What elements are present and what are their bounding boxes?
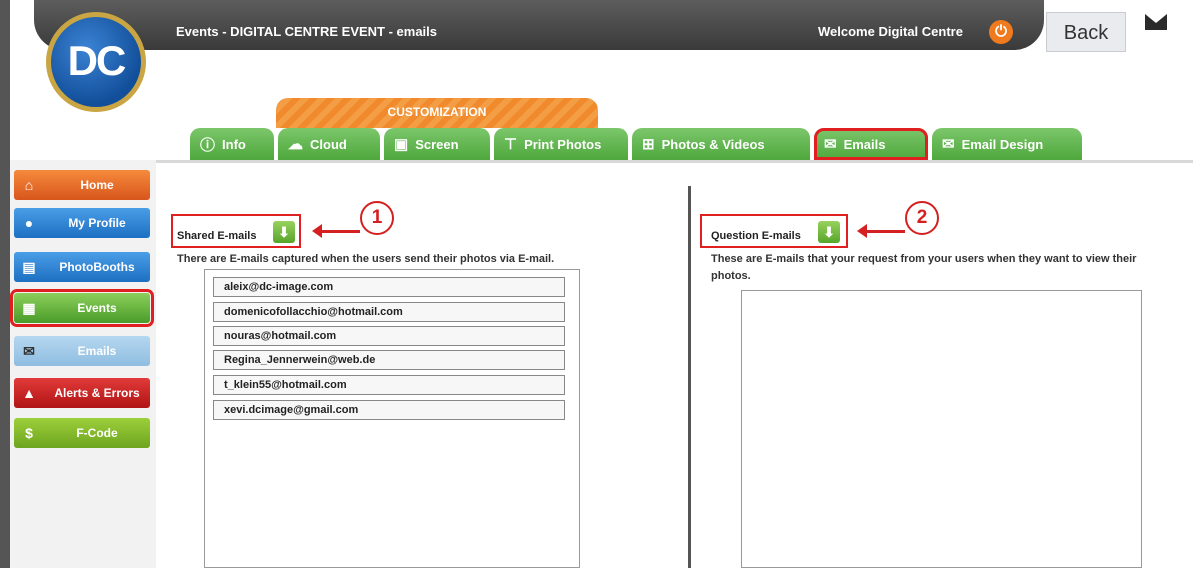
- sidebar-item-my-profile[interactable]: ● My Profile: [14, 208, 150, 238]
- tab-print-photos[interactable]: ⊤ Print Photos: [494, 128, 628, 160]
- tab-label: Emails: [843, 136, 886, 152]
- download-icon[interactable]: ⬇: [818, 221, 840, 243]
- sidebar-item-label: My Profile: [68, 216, 126, 230]
- tab-label: Email Design: [961, 136, 1044, 152]
- tab-email-design[interactable]: ✉ Email Design: [932, 128, 1082, 160]
- list-item[interactable]: Regina_Jennerwein@web.de: [213, 350, 565, 370]
- sidebar-item-label: Home: [80, 178, 114, 192]
- tab-cloud[interactable]: ☁ Cloud: [278, 128, 380, 160]
- sidebar-item-home[interactable]: ⌂ Home: [14, 170, 150, 200]
- sidebar-item-label: Alerts & Errors: [54, 386, 140, 400]
- info-icon: ⓘ: [200, 136, 216, 154]
- calendar-icon: ▦: [22, 300, 36, 316]
- profile-icon: ●: [24, 215, 34, 231]
- list-item[interactable]: domenicofollacchio@hotmail.com: [213, 302, 565, 322]
- back-button[interactable]: Back: [1046, 12, 1126, 52]
- welcome-text: Welcome Digital Centre: [818, 24, 963, 39]
- list-item[interactable]: t_klein55@hotmail.com: [213, 375, 565, 395]
- tab-screen[interactable]: ▣ Screen: [384, 128, 490, 160]
- mail-icon: ✉: [23, 343, 35, 359]
- print-icon: ⊤: [504, 136, 518, 153]
- fcode-icon: $: [25, 425, 33, 441]
- photos-videos-icon: ⊞: [642, 136, 655, 153]
- tab-bar: ⓘ Info ☁ Cloud ▣ Screen ⊤ Print Photos ⊞…: [190, 128, 1082, 160]
- sidebar: ⌂ Home ● My Profile ▤ PhotoBooths ▦ Even…: [10, 160, 156, 568]
- shared-emails-list[interactable]: aleix@dc-image.com domenicofollacchio@ho…: [204, 269, 580, 568]
- cloud-icon: ☁: [288, 136, 303, 153]
- page-title: Events - DIGITAL CENTRE EVENT - emails: [176, 24, 438, 39]
- callout-number: 1: [360, 201, 394, 235]
- shared-emails-label: Shared E-mails: [177, 230, 257, 242]
- tab-label: Screen: [415, 136, 459, 152]
- column-divider: [688, 186, 691, 568]
- dc-logo: DC: [46, 12, 146, 112]
- sidebar-item-alerts-errors[interactable]: ▲ Alerts & Errors: [14, 378, 150, 408]
- tab-underline: [156, 160, 1193, 163]
- window-edge: [0, 0, 10, 568]
- mail-icon[interactable]: [1145, 14, 1167, 30]
- email-design-icon: ✉: [942, 136, 955, 153]
- callout-arrow: [857, 224, 905, 238]
- sidebar-item-emails[interactable]: ✉ Emails: [14, 336, 150, 366]
- tab-emails[interactable]: ✉ Emails: [814, 128, 928, 160]
- sidebar-item-label: F-Code: [76, 426, 118, 440]
- home-icon: ⌂: [24, 177, 34, 193]
- question-emails-list[interactable]: [741, 290, 1142, 568]
- mail-icon: ✉: [824, 136, 837, 153]
- callout-number: 2: [905, 201, 939, 235]
- sidebar-item-events[interactable]: ▦ Events: [10, 289, 154, 327]
- question-emails-description: These are E-mails that your request from…: [711, 253, 1137, 265]
- tab-info[interactable]: ⓘ Info: [190, 128, 274, 160]
- photobooths-icon: ▤: [22, 259, 36, 275]
- screen-icon: ▣: [394, 136, 409, 153]
- alert-icon: ▲: [22, 385, 36, 401]
- list-item[interactable]: nouras@hotmail.com: [213, 326, 565, 346]
- sidebar-item-f-code[interactable]: $ F-Code: [14, 418, 150, 448]
- shared-emails-description: There are E-mails captured when the user…: [177, 253, 555, 265]
- customization-tab-group: CUSTOMIZATION: [276, 98, 598, 128]
- tab-label: Cloud: [310, 136, 347, 152]
- download-icon[interactable]: ⬇: [273, 221, 295, 243]
- list-item[interactable]: aleix@dc-image.com: [213, 277, 565, 297]
- sidebar-item-label: PhotoBooths: [59, 260, 135, 274]
- sidebar-item-photobooths[interactable]: ▤ PhotoBooths: [14, 252, 150, 282]
- callout-arrow: [312, 224, 360, 238]
- tab-label: Print Photos: [524, 136, 602, 152]
- tab-label: Photos & Videos: [661, 136, 765, 152]
- tab-photos-videos[interactable]: ⊞ Photos & Videos: [632, 128, 810, 160]
- question-emails-label: Question E-mails: [711, 230, 801, 242]
- list-item[interactable]: xevi.dcimage@gmail.com: [213, 400, 565, 420]
- question-emails-description-cont: photos.: [711, 270, 751, 282]
- sidebar-item-label: Emails: [77, 344, 117, 358]
- tab-label: Info: [222, 136, 246, 152]
- power-icon[interactable]: ⏻: [989, 20, 1013, 44]
- sidebar-item-label: Events: [77, 301, 117, 315]
